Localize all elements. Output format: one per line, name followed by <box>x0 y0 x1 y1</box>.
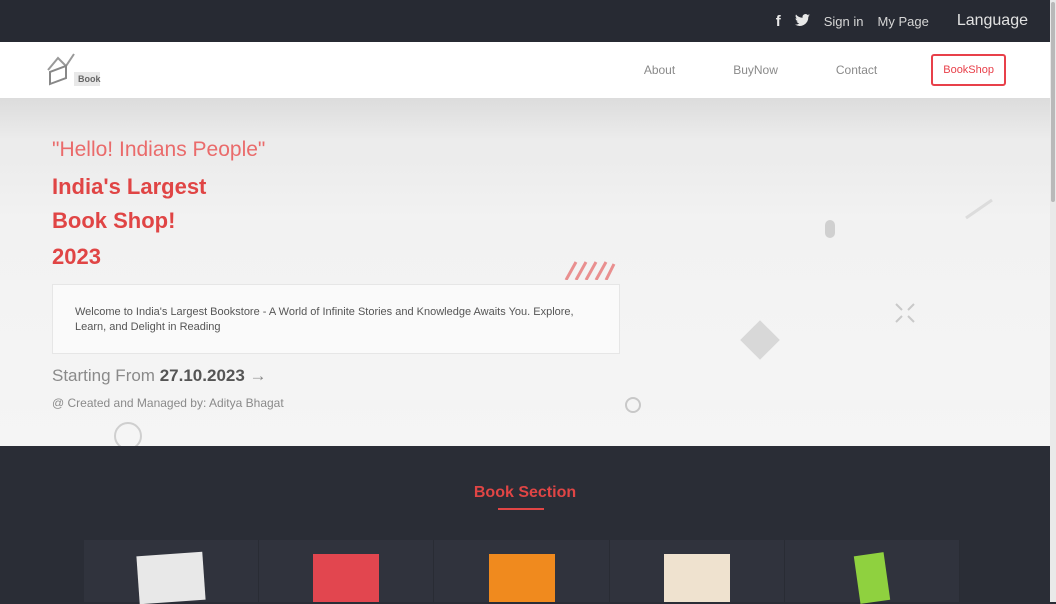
decor-diamond-icon <box>740 320 780 360</box>
section-underline <box>498 508 544 510</box>
book-cover-image <box>488 554 555 602</box>
top-bar: f Sign in My Page Language <box>0 0 1050 42</box>
hero-section: "Hello! Indians People" India's Largest … <box>0 98 1050 446</box>
my-page-link[interactable]: My Page <box>878 14 929 29</box>
book-cover-image <box>663 554 730 602</box>
book-section: Book Section <box>0 446 1050 604</box>
sign-in-link[interactable]: Sign in <box>824 14 864 29</box>
credit-text: @ Created and Managed by: Aditya Bhagat <box>52 396 284 410</box>
book-card[interactable] <box>84 540 260 604</box>
nav-contact[interactable]: Contact <box>836 63 877 77</box>
logo-text: Book <box>78 74 101 84</box>
decor-capsule-icon <box>825 220 835 238</box>
welcome-text: Welcome to India's Largest Bookstore - A… <box>75 306 574 333</box>
language-selector[interactable]: Language <box>957 12 1028 30</box>
decor-line-icon <box>965 198 993 220</box>
book-card[interactable] <box>784 540 961 604</box>
book-card[interactable] <box>259 540 435 602</box>
starting-label: Starting From <box>52 366 155 385</box>
book-cover-image <box>313 554 380 602</box>
main-navbar: Book About BuyNow Contact BookShop <box>0 42 1050 98</box>
decor-circle-icon <box>625 397 641 413</box>
book-card[interactable] <box>609 540 785 602</box>
book-card[interactable] <box>434 540 610 602</box>
book-cover-image <box>853 552 891 604</box>
scrollbar-thumb[interactable] <box>1051 2 1055 202</box>
starting-date: Starting From 27.10.2023 → <box>52 366 267 386</box>
decor-ring-icon <box>114 422 142 446</box>
book-cover-image <box>136 551 206 604</box>
nav-about[interactable]: About <box>644 63 675 77</box>
site-logo[interactable]: Book <box>44 50 104 90</box>
page-scrollbar[interactable] <box>1050 0 1056 602</box>
decor-stripes-icon <box>564 261 616 280</box>
hero-title-year: 2023 <box>52 244 101 269</box>
decor-cross-icon <box>895 303 915 323</box>
hero-title-line2: Book Shop! <box>52 208 176 233</box>
bookshop-button[interactable]: BookShop <box>931 54 1006 86</box>
hero-greeting: "Hello! Indians People" <box>52 138 266 161</box>
hero-title-line1: India's Largest <box>52 174 207 199</box>
starting-date-value: 27.10.2023 <box>159 366 245 385</box>
facebook-icon[interactable]: f <box>776 13 781 30</box>
book-logo-icon <box>47 53 100 86</box>
section-title: Book Section <box>473 484 577 501</box>
book-cards <box>84 540 961 604</box>
twitter-icon[interactable] <box>794 13 810 30</box>
arrow-right-icon: → <box>249 366 267 385</box>
welcome-card: Welcome to India's Largest Bookstore - A… <box>52 284 620 354</box>
nav-buynow[interactable]: BuyNow <box>733 63 778 77</box>
